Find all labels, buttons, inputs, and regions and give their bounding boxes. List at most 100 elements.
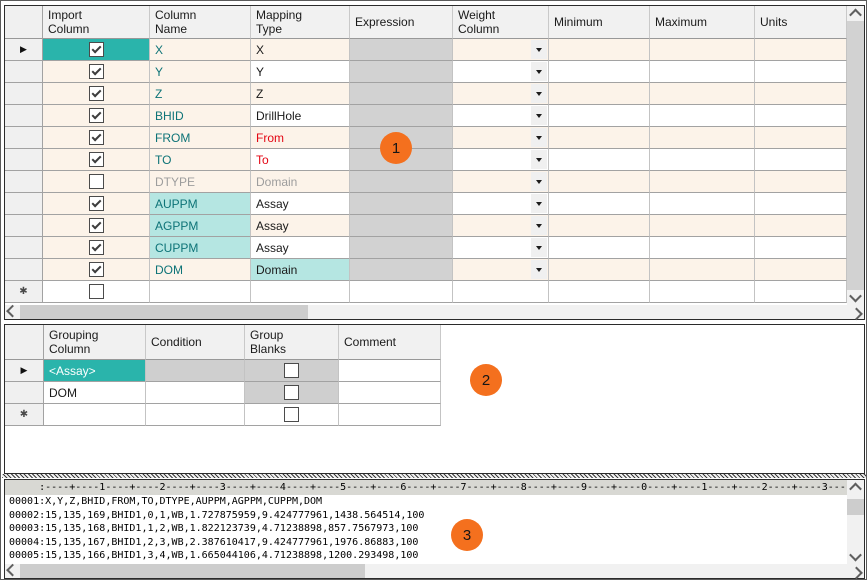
weight-dropdown-button[interactable] [531, 84, 547, 103]
minimum-cell[interactable] [549, 237, 650, 259]
weight-column-cell[interactable] [453, 61, 549, 83]
minimum-cell[interactable] [549, 259, 650, 281]
weight-dropdown-button[interactable] [531, 216, 547, 235]
group-blanks-cell[interactable] [245, 382, 339, 404]
scroll-right-button[interactable] [849, 564, 864, 578]
column-name-cell[interactable]: Y [150, 61, 251, 83]
scrollbar-track[interactable] [20, 564, 849, 578]
import-column-cell[interactable] [43, 193, 150, 215]
mapping-type-cell[interactable]: Domain [251, 259, 350, 281]
row-selector[interactable] [5, 105, 43, 127]
import-checkbox[interactable] [89, 64, 104, 79]
import-checkbox[interactable] [89, 86, 104, 101]
import-column-cell[interactable] [43, 171, 150, 193]
mapping-type-cell[interactable]: From [251, 127, 350, 149]
import-checkbox[interactable] [89, 152, 104, 167]
preview-horizontal-scrollbar[interactable] [5, 564, 864, 578]
row-selector[interactable]: ▶ [5, 360, 44, 382]
minimum-cell[interactable] [549, 149, 650, 171]
import-checkbox[interactable] [89, 218, 104, 233]
scroll-up-button[interactable] [847, 6, 864, 21]
units-cell[interactable] [755, 215, 847, 237]
mapping-type-cell[interactable]: Assay [251, 237, 350, 259]
mapping-type-cell[interactable] [251, 281, 350, 303]
scroll-left-button[interactable] [5, 305, 20, 319]
weight-dropdown-button[interactable] [531, 260, 547, 279]
column-header-maximum[interactable]: Maximum [650, 6, 755, 39]
group-blanks-checkbox[interactable] [284, 385, 299, 400]
row-selector[interactable] [5, 61, 43, 83]
weight-dropdown-button[interactable] [531, 40, 547, 59]
expression-cell[interactable] [350, 281, 453, 303]
minimum-cell[interactable] [549, 105, 650, 127]
scrollbar-thumb[interactable] [847, 499, 864, 515]
group-blanks-checkbox[interactable] [284, 363, 299, 378]
import-column-cell[interactable] [43, 215, 150, 237]
import-column-cell[interactable] [43, 127, 150, 149]
mapping-type-cell[interactable]: X [251, 39, 350, 61]
weight-column-cell[interactable] [453, 105, 549, 127]
maximum-cell[interactable] [650, 215, 755, 237]
column-name-cell[interactable]: BHID [150, 105, 251, 127]
import-grid-vertical-scrollbar[interactable] [847, 6, 864, 305]
group-blanks-checkbox[interactable] [284, 407, 299, 422]
column-name-cell[interactable]: TO [150, 149, 251, 171]
column-header-expression[interactable]: Expression [350, 6, 453, 39]
weight-dropdown-button[interactable] [531, 150, 547, 169]
weight-dropdown-button[interactable] [531, 128, 547, 147]
units-cell[interactable] [755, 193, 847, 215]
column-name-cell[interactable]: CUPPM [150, 237, 251, 259]
condition-cell[interactable] [146, 404, 245, 426]
row-selector[interactable] [5, 259, 43, 281]
grid-corner-cell[interactable] [5, 6, 43, 39]
grouping-column-cell[interactable]: <Assay> [44, 360, 146, 382]
condition-cell[interactable] [146, 382, 245, 404]
import-checkbox[interactable] [89, 174, 104, 189]
maximum-cell[interactable] [650, 171, 755, 193]
minimum-cell[interactable] [549, 215, 650, 237]
weight-column-cell[interactable] [453, 127, 549, 149]
import-checkbox[interactable] [89, 262, 104, 277]
column-name-cell[interactable]: FROM [150, 127, 251, 149]
import-column-cell[interactable] [43, 61, 150, 83]
column-name-cell[interactable]: AUPPM [150, 193, 251, 215]
column-header-group-blanks[interactable]: Group Blanks [245, 325, 339, 360]
scroll-up-button[interactable] [847, 480, 864, 495]
import-column-cell[interactable] [43, 83, 150, 105]
column-name-cell[interactable]: Z [150, 83, 251, 105]
units-cell[interactable] [755, 39, 847, 61]
maximum-cell[interactable] [650, 39, 755, 61]
minimum-cell[interactable] [549, 61, 650, 83]
units-cell[interactable] [755, 149, 847, 171]
row-selector[interactable] [5, 237, 43, 259]
weight-dropdown-button[interactable] [531, 62, 547, 81]
group-blanks-cell[interactable] [245, 360, 339, 382]
weight-dropdown-button[interactable] [531, 106, 547, 125]
maximum-cell[interactable] [650, 127, 755, 149]
mapping-type-cell[interactable]: Z [251, 83, 350, 105]
maximum-cell[interactable] [650, 105, 755, 127]
units-cell[interactable] [755, 281, 847, 303]
import-column-cell[interactable] [43, 39, 150, 61]
weight-column-cell[interactable] [453, 171, 549, 193]
row-selector[interactable] [5, 149, 43, 171]
weight-column-cell[interactable] [453, 193, 549, 215]
maximum-cell[interactable] [650, 237, 755, 259]
scroll-down-button[interactable] [847, 290, 864, 305]
maximum-cell[interactable] [650, 61, 755, 83]
units-cell[interactable] [755, 61, 847, 83]
scrollbar-track[interactable] [20, 305, 849, 319]
mapping-type-cell[interactable]: Y [251, 61, 350, 83]
column-name-cell[interactable]: AGPPM [150, 215, 251, 237]
row-selector[interactable] [5, 171, 43, 193]
units-cell[interactable] [755, 83, 847, 105]
weight-column-cell[interactable] [453, 149, 549, 171]
import-checkbox[interactable] [89, 284, 104, 299]
column-header-mapping-type[interactable]: Mapping Type [251, 6, 350, 39]
import-column-cell[interactable] [43, 237, 150, 259]
weight-column-cell[interactable] [453, 39, 549, 61]
minimum-cell[interactable] [549, 127, 650, 149]
preview-vertical-scrollbar[interactable] [847, 480, 864, 564]
import-column-cell[interactable] [43, 105, 150, 127]
weight-column-cell[interactable] [453, 83, 549, 105]
